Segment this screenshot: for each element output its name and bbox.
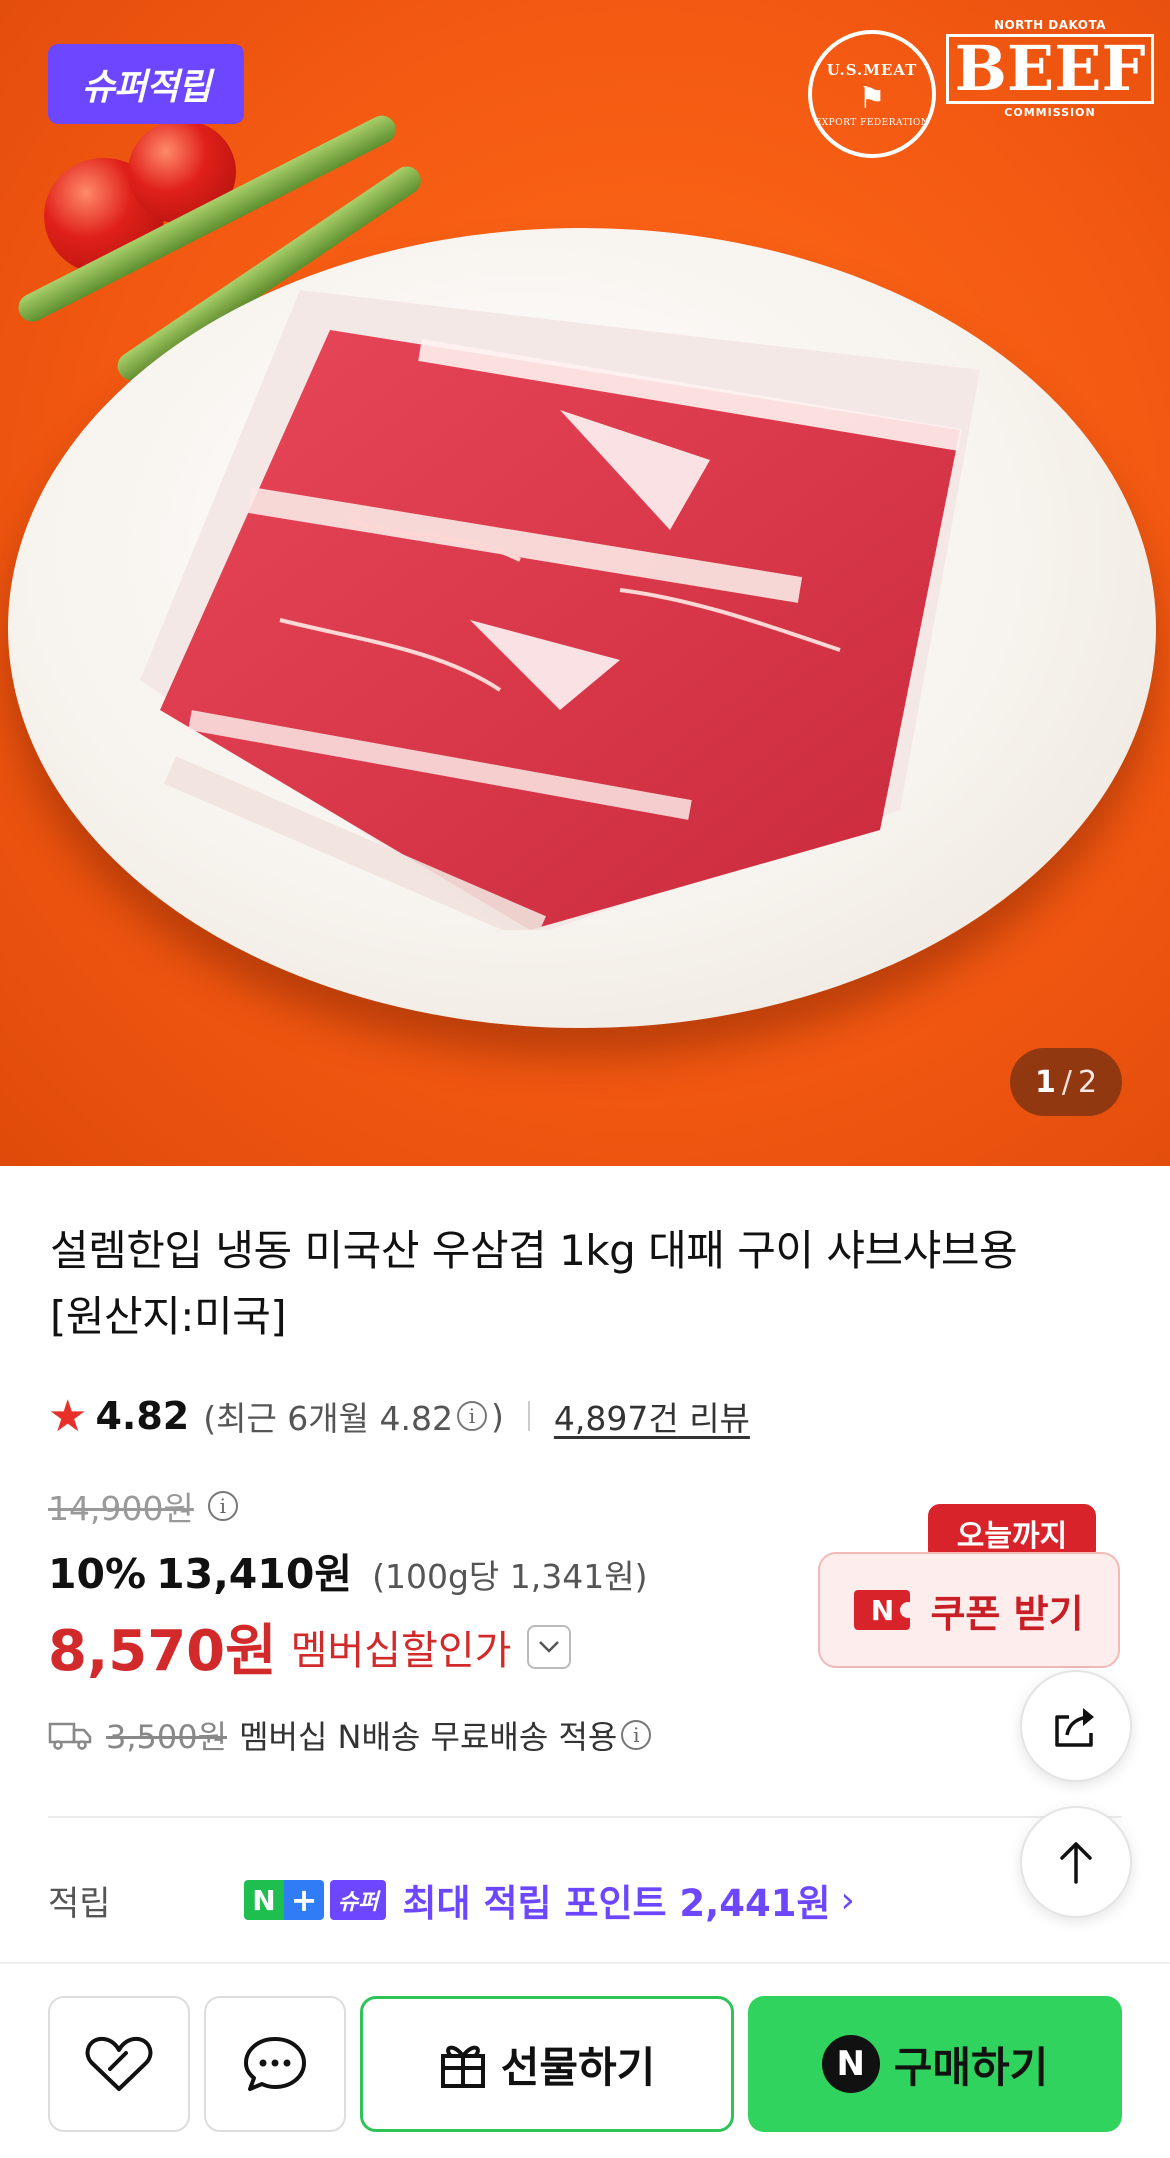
gift-label: 선물하기 [500,2042,656,2092]
points-row[interactable]: 적립 N + 슈퍼 최대 적립 포인트 2,441원 › [48,1870,1122,1930]
buy-button[interactable]: N 구매하기 [748,1996,1122,2132]
max-points-text: 최대 적립 포인트 2,441원 [402,1882,831,1925]
logo-text: EXPORT FEDERATION [814,117,930,128]
rating-score: 4.82 [95,1394,190,1438]
price-row: 10% 13,410원 (100g당 1,341원) [48,1540,647,1600]
naver-pay-icon: N [821,2035,880,2093]
star-icon: ★ [48,1390,88,1442]
sale-price: 13,410원 [156,1550,353,1598]
logo-text: NORTH DAKOTA [993,18,1107,32]
bottom-action-bar: 선물하기 N 구매하기 [0,1962,1170,2158]
chevron-down-icon[interactable] [527,1624,572,1669]
naver-coupon-icon: N [854,1590,917,1630]
member-price: 8,570원 [48,1619,277,1684]
talk-button[interactable] [204,1996,346,2132]
wishlist-button[interactable] [48,1996,190,2132]
gift-button[interactable]: 선물하기 [360,1996,734,2132]
discount-rate: 10% [48,1550,147,1598]
gift-icon [440,2045,485,2088]
rating-recent: (최근 6개월 4.82 [203,1399,453,1438]
image-total: 2 [1077,1064,1098,1100]
shipping-fee: 3,500원 [106,1718,228,1756]
info-icon[interactable]: i [207,1491,238,1521]
heart-icon [85,2036,153,2091]
product-title: 설렘한입 냉동 미국산 우삼겹 1kg 대패 구이 샤브샤브용 [원산지:미국] [50,1218,1130,1350]
logo-text: COMMISSION [1004,106,1096,119]
usmef-logo: U.S.MEAT ⚑ EXPORT FEDERATION [808,30,936,158]
rating-recent-close: ) [491,1396,504,1436]
buy-label: 구매하기 [893,2042,1049,2092]
coupon-label: 쿠폰 받기 [930,1591,1084,1636]
share-button[interactable] [1020,1670,1132,1782]
share-icon [1055,1708,1094,1747]
image-separator: / [1061,1064,1072,1100]
nd-beef-logo: NORTH DAKOTA BEEF COMMISSION [945,18,1155,130]
product-title-line: 설렘한입 냉동 미국산 우삼겹 1kg 대패 구이 샤브샤브용 [50,1226,1018,1275]
flag-icon: ⚑ [858,80,886,116]
chevron-right-icon: › [840,1879,855,1921]
talk-icon [244,2037,306,2091]
product-image[interactable]: 슈퍼적립 U.S.MEAT ⚑ EXPORT FEDERATION NORTH … [0,0,1170,1166]
naver-badge: N [244,1880,284,1920]
review-count-link[interactable]: 4,897건 리뷰 [554,1392,750,1440]
info-icon[interactable]: i [457,1401,487,1431]
truck-icon [48,1722,92,1750]
section-divider [48,1816,1122,1818]
points-label: 적립 [48,1883,111,1924]
coupon-button[interactable]: N 쿠폰 받기 [818,1552,1120,1668]
logo-text: BEEF [945,34,1155,104]
super-badge: 슈퍼 [330,1880,387,1920]
member-price-row[interactable]: 8,570원 멤버십할인가 [48,1606,572,1687]
member-price-label: 멤버십할인가 [290,1627,512,1674]
super-points-badge: 슈퍼적립 [48,44,244,124]
original-price-row: 14,900원 i [48,1482,242,1530]
rating-row: ★ 4.82 (최근 6개월 4.82 i ) 4,897건 리뷰 [48,1388,750,1444]
plus-badge: + [284,1880,324,1920]
info-icon[interactable]: i [621,1720,652,1750]
image-counter: 1 / 2 [1010,1048,1122,1116]
divider [527,1401,530,1431]
arrow-up-icon [1060,1842,1092,1884]
logo-text: U.S.MEAT [826,60,918,79]
shipping-text: 멤버십 N배송 무료배송 적용 [239,1718,618,1756]
shipping-row: 3,500원 멤버십 N배송 무료배송 적용 i [48,1712,655,1758]
beef-slices-illustration [140,290,980,930]
image-index: 1 [1034,1064,1056,1100]
product-origin: [원산지:미국] [50,1292,287,1341]
unit-price: (100g당 1,341원) [372,1557,648,1596]
scroll-top-button[interactable] [1020,1806,1132,1918]
original-price: 14,900원 [48,1489,194,1528]
